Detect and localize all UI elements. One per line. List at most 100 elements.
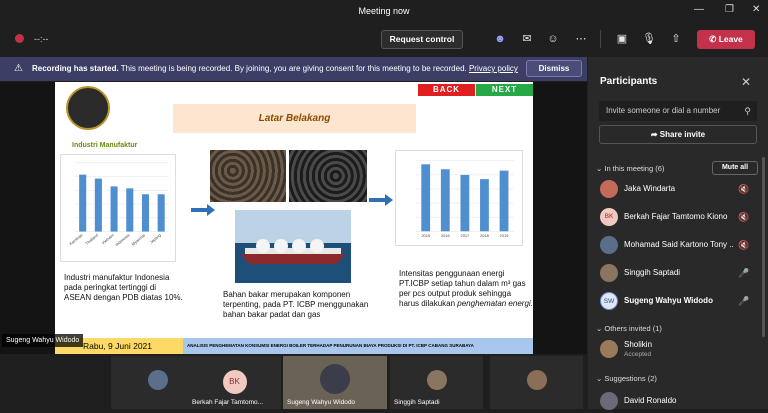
share-screen-icon[interactable]: ⇧ — [669, 32, 683, 46]
slide-header: Latar Belakang — [173, 104, 416, 133]
avatar — [526, 370, 547, 390]
banner-text: Recording has started. This meeting is b… — [32, 64, 518, 73]
mute-all-button[interactable]: Mute all — [712, 161, 758, 175]
tile-name: Singgih Saptadi — [394, 399, 440, 406]
avatar — [147, 370, 168, 390]
participants-panel: Participants ✕ Invite someone or dial a … — [588, 57, 768, 410]
slide-text-energy-emphasis: penghematan energi. — [457, 299, 533, 308]
close-window-icon[interactable]: ✕ — [752, 4, 760, 15]
invited-row[interactable]: Sholikin Accepted — [588, 337, 768, 361]
slide-next-button[interactable]: NEXT — [476, 84, 533, 96]
avatar — [600, 236, 618, 254]
invite-placeholder: Invite someone or dial a number — [606, 106, 721, 115]
bar — [126, 188, 134, 232]
window-title: Meeting now — [358, 6, 410, 16]
search-icon: ⚲ — [744, 106, 751, 116]
bar — [440, 169, 450, 232]
avatar: BK — [600, 208, 618, 226]
mic-icon: 🎤 — [738, 268, 750, 278]
video-tile[interactable]: Singgih Saptadi — [390, 356, 483, 409]
avatar — [320, 364, 350, 394]
video-tile[interactable] — [490, 356, 583, 409]
bar — [499, 170, 509, 232]
meeting-toolbar: --:-- Request control ☻ ✉ ☺ ⋯ ▣ 🎙 ⇧ ✆ Le… — [0, 22, 768, 56]
participant-row[interactable]: Singgih Saptadi 🎤 — [588, 261, 768, 285]
x-tick-label: 2015 — [421, 233, 431, 238]
slide-text-energy: Intensitas penggunaan energi PT.ICBP set… — [399, 269, 533, 309]
participant-row[interactable]: BK Berkah Fajar Tamtomo Kiono 🔇 — [588, 205, 768, 229]
leave-button[interactable]: ✆ Leave — [697, 30, 755, 49]
camera-off-icon[interactable]: ▣ — [615, 32, 629, 46]
industry-bar-chart: Kamboja Thailand Vietnam Indonesia Myanmar Je… — [60, 154, 176, 262]
panel-title: Participants — [600, 76, 658, 87]
avatar: BK — [222, 370, 247, 394]
slide-footer: Rabu, 9 Juni 2021 ANALISIS PENGHEMATAN K… — [55, 338, 533, 354]
warning-icon: ⚠ — [14, 63, 23, 74]
participant-row[interactable]: SW Sugeng Wahyu Widodo 🎤 — [588, 289, 768, 313]
bar — [141, 194, 150, 232]
toolbar-divider — [600, 30, 601, 48]
slide-text-fuel: Bahan bakar merupakan komponen terpentin… — [223, 290, 369, 319]
avatar — [600, 264, 618, 282]
request-control-button[interactable]: Request control — [381, 30, 463, 49]
x-tick-label: 2016 — [441, 233, 450, 238]
x-tick-label: Kamboja — [68, 232, 84, 246]
meeting-timer: --:-- — [34, 34, 49, 44]
bar — [157, 194, 165, 232]
university-logo — [66, 86, 110, 130]
bar — [460, 174, 470, 232]
x-tick-label: Indonesia — [114, 232, 131, 247]
slide-back-button[interactable]: BACK — [418, 84, 475, 96]
maximize-icon[interactable]: ❐ — [725, 4, 734, 15]
dismiss-button[interactable]: Dismiss — [526, 60, 582, 77]
mic-muted-icon: 🔇 — [738, 184, 750, 194]
in-meeting-header[interactable]: ⌄ In this meeting (6) — [596, 164, 664, 173]
chart1-title: Industri Manufaktur — [72, 142, 138, 149]
video-tile-active-speaker[interactable]: Sugeng Wahyu Widodo — [283, 356, 387, 409]
x-tick-label: 2018 — [480, 233, 489, 238]
arrow-right-icon — [191, 204, 215, 216]
invited-name: Sholikin — [624, 340, 653, 349]
avatar — [426, 370, 447, 390]
x-tick-label: 2017 — [461, 233, 470, 238]
more-options-icon[interactable]: ⋯ — [574, 32, 588, 46]
suggestion-name: David Ronaldo — [624, 396, 677, 405]
participant-name: Berkah Fajar Tamtomo Kiono — [624, 212, 728, 221]
invite-input[interactable]: Invite someone or dial a number ⚲ — [599, 101, 757, 121]
mic-muted-icon: 🔇 — [738, 212, 750, 222]
mic-icon: 🎤 — [738, 296, 750, 306]
x-tick-label: Myanmar — [130, 232, 146, 247]
privacy-policy-link[interactable]: Privacy policy — [469, 64, 518, 73]
panel-scrollbar[interactable] — [762, 157, 765, 337]
suggestions-header[interactable]: ⌄ Suggestions (2) — [596, 374, 657, 383]
participant-name: Jaka Windarta — [624, 184, 676, 193]
avatar — [600, 340, 618, 358]
x-tick-label: Thailand — [84, 232, 99, 245]
recording-indicator-icon — [15, 34, 24, 43]
others-invited-label: Others invited (1) — [604, 324, 662, 333]
participant-row[interactable]: Jaka Windarta 🔇 — [588, 177, 768, 201]
invited-status: Accepted — [624, 351, 652, 358]
slide-text-manufacturing: Industri manufaktur Indonesia pada perin… — [64, 273, 183, 302]
participants-icon[interactable]: ☻ — [493, 32, 507, 46]
participant-row[interactable]: Mohamad Said Kartono Tony ... 🔇 — [588, 233, 768, 257]
suggestion-row[interactable]: David Ronaldo — [588, 389, 768, 413]
chat-icon[interactable]: ✉ — [520, 32, 534, 46]
mic-off-icon[interactable]: 🎙 — [642, 32, 656, 46]
bar — [421, 164, 431, 232]
bar — [480, 179, 489, 232]
minimize-icon[interactable]: — — [694, 4, 704, 15]
presentation-slide: BACK NEXT Latar Belakang Industri Manufa… — [55, 82, 533, 354]
banner-message: This meeting is being recorded. By joini… — [120, 64, 467, 73]
share-invite-button[interactable]: ➦ Share invite — [599, 125, 757, 144]
others-invited-header[interactable]: ⌄ Others invited (1) — [596, 324, 662, 333]
reactions-icon[interactable]: ☺ — [546, 32, 560, 46]
bar — [94, 178, 102, 232]
avatar — [600, 392, 618, 410]
mic-muted-icon: 🔇 — [738, 240, 750, 250]
leave-label: Leave — [718, 34, 743, 44]
video-tile[interactable]: BK Berkah Fajar Tamtomo... — [188, 356, 281, 409]
coal-pellet-image — [289, 150, 367, 202]
close-icon[interactable]: ✕ — [741, 75, 751, 89]
recording-banner: ⚠ Recording has started. This meeting is… — [0, 57, 587, 81]
